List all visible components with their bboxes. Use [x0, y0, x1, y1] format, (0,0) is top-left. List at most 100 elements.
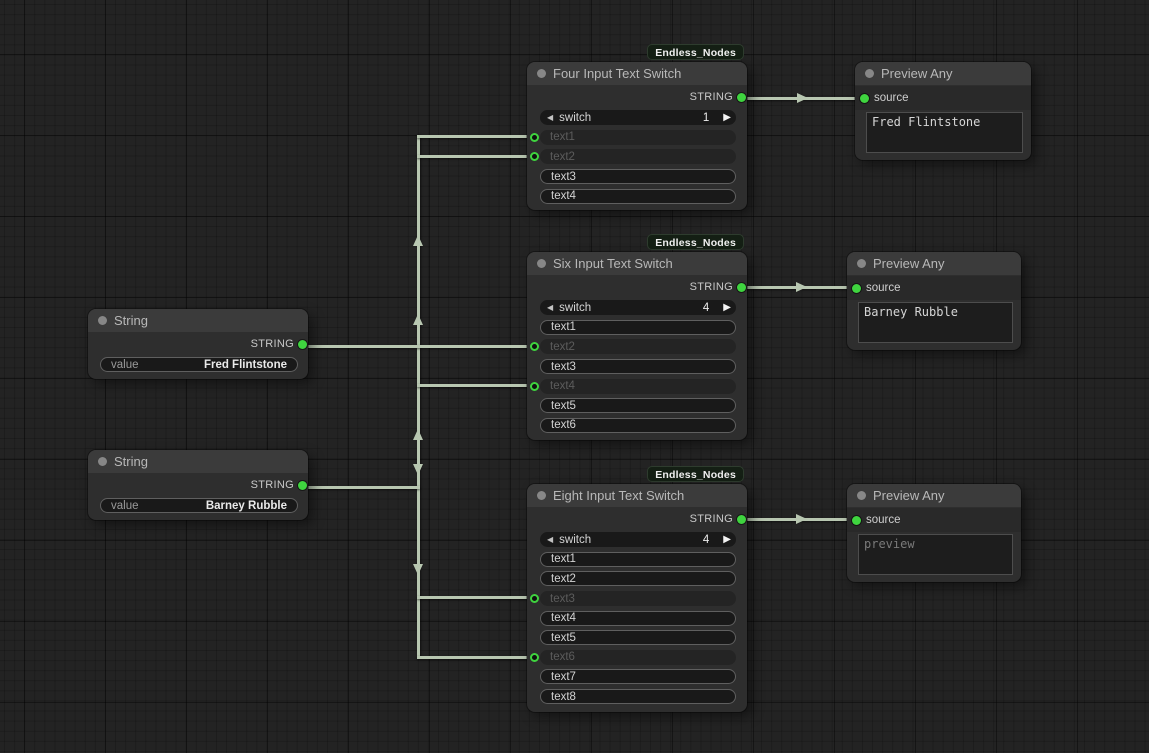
node-title: Four Input Text Switch	[553, 66, 681, 81]
link-wire	[302, 486, 420, 489]
switch-label: switch	[559, 302, 591, 314]
node-title-bar[interactable]: Eight Input Text Switch	[527, 484, 747, 508]
input-slot-text2[interactable]	[530, 342, 539, 351]
output-slot-string[interactable]	[298, 340, 307, 349]
input-slot-text6[interactable]	[530, 653, 539, 662]
widget-text7[interactable]: text7	[540, 669, 736, 684]
switch-value: 4	[703, 534, 709, 546]
node-preview-any-fred[interactable]: Preview Any source Fred Flintstone	[855, 62, 1031, 160]
switch-row: ◀ switch 4 ▶	[527, 298, 747, 318]
node-preview-any-barney[interactable]: Preview Any source Barney Rubble	[847, 252, 1021, 350]
input-slot-source[interactable]	[852, 284, 861, 293]
widget-text6[interactable]: text6	[540, 418, 736, 433]
input-row: source	[847, 276, 1021, 300]
input-slot-text2[interactable]	[530, 152, 539, 161]
widget-text1[interactable]: text1	[540, 552, 736, 567]
collapse-dot-icon[interactable]	[857, 259, 866, 268]
collapse-dot-icon[interactable]	[98, 316, 107, 325]
input-slot-text3[interactable]	[530, 594, 539, 603]
node-eight-input-text-switch[interactable]: Eight Input Text Switch STRING ◀ switch …	[527, 484, 747, 712]
widget-text2[interactable]: text2	[540, 571, 736, 586]
node-six-input-text-switch[interactable]: Six Input Text Switch STRING ◀ switch 4 …	[527, 252, 747, 440]
switch-label: switch	[559, 112, 591, 124]
node-string-fred[interactable]: String STRING value Fred Flintstone	[88, 309, 308, 379]
node-title-bar[interactable]: Preview Any	[855, 62, 1031, 86]
switch-widget[interactable]: ◀ switch 4 ▶	[540, 532, 736, 547]
widget-text1: text1	[540, 130, 736, 145]
output-row: STRING	[88, 474, 308, 496]
widget-text3[interactable]: text3	[540, 359, 736, 374]
widget-text3: text3	[540, 591, 736, 606]
node-title-bar[interactable]: Preview Any	[847, 252, 1021, 276]
switch-prev-icon[interactable]: ◀	[547, 114, 553, 122]
widget-text4[interactable]: text4	[540, 189, 736, 204]
link-arrow-up-icon	[413, 314, 423, 325]
graph-canvas[interactable]: Endless_Nodes Endless_Nodes Endless_Node…	[0, 0, 1149, 753]
node-badge: Endless_Nodes	[647, 44, 744, 60]
value-widget[interactable]: value Fred Flintstone	[100, 357, 298, 372]
input-slot-source[interactable]	[852, 516, 861, 525]
link-arrow-up-icon	[413, 429, 423, 440]
switch-next-icon[interactable]: ▶	[723, 113, 731, 123]
preview-text-area[interactable]: preview	[858, 534, 1013, 575]
node-preview-any-default[interactable]: Preview Any source preview	[847, 484, 1021, 582]
widget-text8[interactable]: text8	[540, 689, 736, 704]
collapse-dot-icon[interactable]	[98, 457, 107, 466]
node-title: Six Input Text Switch	[553, 256, 673, 271]
widget-text3[interactable]: text3	[540, 169, 736, 184]
preview-text-area[interactable]: Barney Rubble	[858, 302, 1013, 343]
output-row: STRING	[527, 276, 747, 298]
widget-text4[interactable]: text4	[540, 611, 736, 626]
output-slot-string[interactable]	[737, 283, 746, 292]
collapse-dot-icon[interactable]	[865, 69, 874, 78]
link-arrow-right-icon	[796, 514, 807, 524]
widget-text4: text4	[540, 379, 736, 394]
widget-text6: text6	[540, 650, 736, 665]
widget-text5[interactable]: text5	[540, 630, 736, 645]
node-title-bar[interactable]: String	[88, 309, 308, 333]
output-slot-string[interactable]	[737, 515, 746, 524]
switch-value: 4	[703, 302, 709, 314]
value-text: Barney Rubble	[206, 500, 287, 512]
input-slot-source[interactable]	[860, 94, 869, 103]
link-wire	[417, 384, 536, 387]
value-text: Fred Flintstone	[204, 359, 287, 371]
node-string-barney[interactable]: String STRING value Barney Rubble	[88, 450, 308, 520]
node-title-bar[interactable]: Preview Any	[847, 484, 1021, 508]
widget-text5[interactable]: text5	[540, 398, 736, 413]
output-slot-string[interactable]	[737, 93, 746, 102]
link-wire	[417, 135, 536, 138]
node-title-bar[interactable]: Four Input Text Switch	[527, 62, 747, 86]
input-slot-text4[interactable]	[530, 382, 539, 391]
link-arrow-right-icon	[797, 93, 808, 103]
node-title-bar[interactable]: Six Input Text Switch	[527, 252, 747, 276]
collapse-dot-icon[interactable]	[537, 259, 546, 268]
collapse-dot-icon[interactable]	[537, 491, 546, 500]
collapse-dot-icon[interactable]	[857, 491, 866, 500]
link-arrow-right-icon	[796, 282, 807, 292]
link-arrow-down-icon	[413, 564, 423, 575]
switch-next-icon[interactable]: ▶	[723, 535, 731, 545]
collapse-dot-icon[interactable]	[537, 69, 546, 78]
switch-prev-icon[interactable]: ◀	[547, 536, 553, 544]
preview-text-area[interactable]: Fred Flintstone	[866, 112, 1023, 153]
widget-text1[interactable]: text1	[540, 320, 736, 335]
node-badge: Endless_Nodes	[647, 234, 744, 250]
input-row: source	[847, 508, 1021, 532]
switch-widget[interactable]: ◀ switch 4 ▶	[540, 300, 736, 315]
switch-next-icon[interactable]: ▶	[723, 303, 731, 313]
switch-row: ◀ switch 1 ▶	[527, 108, 747, 128]
value-label: value	[111, 500, 139, 512]
input-slot-text1[interactable]	[530, 133, 539, 142]
value-widget[interactable]: value Barney Rubble	[100, 498, 298, 513]
switch-prev-icon[interactable]: ◀	[547, 304, 553, 312]
node-title: String	[114, 313, 148, 328]
input-label: source	[866, 514, 901, 526]
link-wire	[417, 155, 536, 158]
node-title-bar[interactable]: String	[88, 450, 308, 474]
output-slot-string[interactable]	[298, 481, 307, 490]
link-arrow-down-icon	[413, 464, 423, 475]
widget-text2: text2	[540, 149, 736, 164]
node-four-input-text-switch[interactable]: Four Input Text Switch STRING ◀ switch 1…	[527, 62, 747, 210]
switch-widget[interactable]: ◀ switch 1 ▶	[540, 110, 736, 125]
